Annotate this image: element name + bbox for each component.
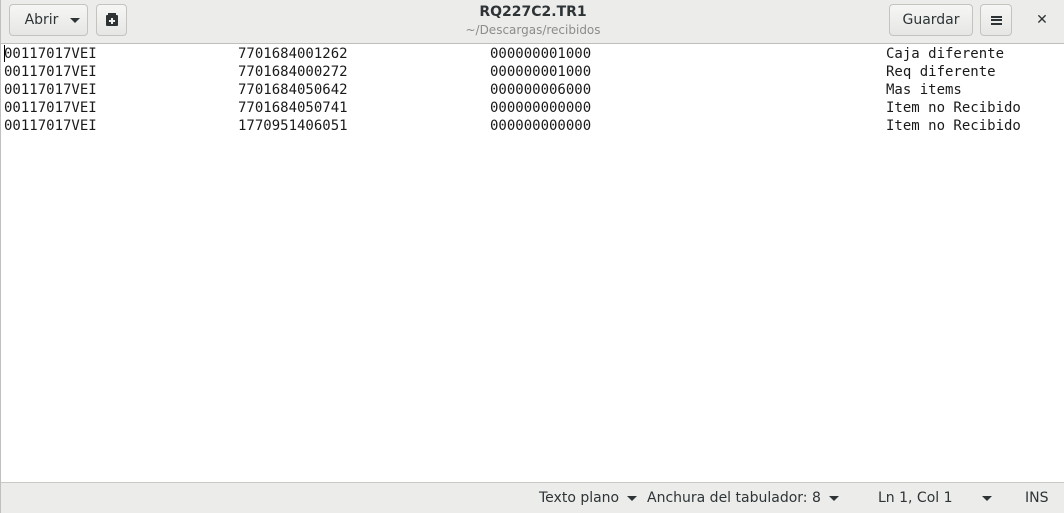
line-status: Mas items [886,82,962,98]
line-quantity: 000000006000 [490,82,592,98]
cursor-position-selector[interactable]: Ln 1, Col 1 [878,488,998,508]
window-subtitle: ~/Descargas/recibidos [465,23,601,37]
title-area: RQ227C2.TR1 ~/Descargas/recibidos [383,3,683,38]
line-quantity: 000000001000 [490,64,592,80]
tab-width-selector[interactable]: Anchura del tabulador: 8 [647,488,839,508]
text-editor[interactable]: 00117017VEI 7701684001262 000000001000 C… [2,45,1064,482]
text-line: 00117017VEI 7701684001262 000000001000 C… [2,45,1064,63]
line-barcode: 7701684000272 [238,64,348,80]
line-code: 00117017VEI [4,82,97,98]
chevron-down-icon [982,496,992,501]
text-line: 00117017VEI 7701684050642 000000006000 M… [2,81,1064,99]
open-button-label: Abrir [24,12,59,28]
chevron-down-icon [828,495,839,501]
line-status: Item no Recibido [886,100,1021,116]
line-code: 00117017VEI [4,46,97,62]
hamburger-icon [990,15,1002,25]
text-line: 00117017VEI 7701684000272 000000001000 R… [2,63,1064,81]
insert-mode-indicator: INS [1025,490,1049,506]
text-line: 00117017VEI 1770951406051 000000000000 I… [2,117,1064,135]
line-barcode: 7701684001262 [238,46,348,62]
open-button[interactable]: Abrir [9,4,88,36]
language-selector[interactable]: Texto plano [539,488,638,508]
chevron-down-icon [70,17,81,23]
line-status: Item no Recibido [886,118,1021,134]
menu-button[interactable] [980,4,1012,36]
new-document-icon [105,13,118,26]
window-title: RQ227C2.TR1 [479,4,587,20]
line-status: Req diferente [886,64,996,80]
line-quantity: 000000000000 [490,100,592,116]
save-button[interactable]: Guardar [889,4,973,36]
text-line: 00117017VEI 7701684050741 000000000000 I… [2,99,1064,117]
close-icon[interactable]: ✕ [1026,4,1058,36]
status-bar: Texto plano Anchura del tabulador: 8 Ln … [1,482,1064,513]
line-code: 00117017VEI [4,64,97,80]
text-cursor [4,45,5,62]
language-label: Texto plano [539,490,620,506]
tab-width-label: Anchura del tabulador: 8 [647,490,821,506]
cursor-position-label: Ln 1, Col 1 [878,490,953,506]
header-bar: Abrir RQ227C2.TR1 ~/Descargas/recibidos … [1,0,1064,44]
line-quantity: 000000000000 [490,118,592,134]
line-barcode: 7701684050642 [238,82,348,98]
editor-window: Abrir RQ227C2.TR1 ~/Descargas/recibidos … [0,0,1064,513]
line-barcode: 7701684050741 [238,100,348,116]
new-document-button[interactable] [96,4,127,36]
line-barcode: 1770951406051 [238,118,348,134]
chevron-down-icon [627,495,638,501]
line-quantity: 000000001000 [490,46,592,62]
line-code: 00117017VEI [4,118,97,134]
line-status: Caja diferente [886,46,1005,62]
line-code: 00117017VEI [4,100,97,116]
